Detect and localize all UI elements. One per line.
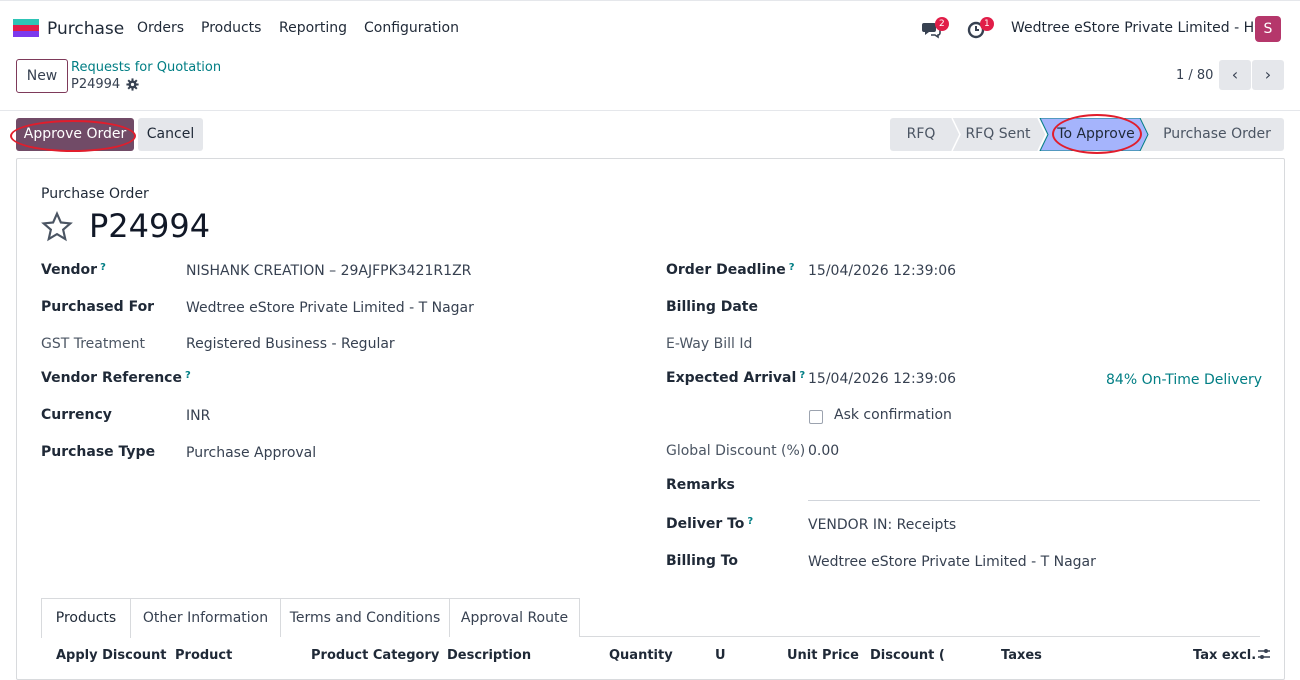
tab-approval-route[interactable]: Approval Route bbox=[449, 598, 580, 637]
tab-other-information[interactable]: Other Information bbox=[130, 598, 281, 637]
chevron-right-icon: › bbox=[1264, 65, 1272, 84]
menu-reporting[interactable]: Reporting bbox=[279, 20, 347, 36]
purchased-for-field[interactable]: Wedtree eStore Private Limited - T Nagar bbox=[186, 300, 474, 316]
app-name[interactable]: Purchase bbox=[47, 19, 124, 39]
pager-value[interactable]: 1 / 80 bbox=[1176, 68, 1213, 83]
vendor-label: Vendor? bbox=[41, 262, 106, 278]
tab-products[interactable]: Products bbox=[41, 598, 131, 638]
on-time-delivery-link[interactable]: 84% On-Time Delivery bbox=[1106, 372, 1262, 388]
stage-rfq[interactable]: RFQ bbox=[890, 118, 952, 151]
star-icon[interactable] bbox=[41, 211, 73, 243]
global-discount-label: Global Discount (%) bbox=[666, 443, 806, 459]
pager-previous-button[interactable]: ‹ bbox=[1219, 60, 1251, 90]
company-switcher[interactable]: Wedtree eStore Private Limited - HO bbox=[1011, 20, 1265, 36]
expected-arrival-label: Expected Arrival? bbox=[666, 370, 806, 386]
new-button[interactable]: New bbox=[16, 59, 68, 93]
cancel-button[interactable]: Cancel bbox=[138, 118, 203, 151]
billing-to-field[interactable]: Wedtree eStore Private Limited - T Nagar bbox=[808, 554, 1096, 570]
purchase-app-icon[interactable] bbox=[13, 19, 39, 37]
remarks-field[interactable] bbox=[808, 500, 1260, 501]
gear-icon[interactable] bbox=[126, 78, 139, 91]
ask-confirmation-checkbox[interactable] bbox=[809, 410, 823, 424]
purchase-type-field[interactable]: Purchase Approval bbox=[186, 445, 316, 461]
control-panel: New Requests for Quotation P24994 1 / 80… bbox=[0, 56, 1300, 111]
ask-confirmation-label: Ask confirmation bbox=[834, 407, 952, 423]
billing-to-label: Billing To bbox=[666, 553, 739, 569]
record-name: P24994 bbox=[89, 207, 211, 245]
top-navbar: Purchase Orders Products Reporting Confi… bbox=[0, 0, 1300, 57]
tab-terms-and-conditions[interactable]: Terms and Conditions bbox=[280, 598, 450, 637]
deliver-to-field[interactable]: VENDOR IN: Receipts bbox=[808, 517, 956, 533]
menu-orders[interactable]: Orders bbox=[137, 20, 184, 36]
pager-next-button[interactable]: › bbox=[1252, 60, 1284, 90]
optional-columns-icon[interactable] bbox=[1257, 648, 1271, 660]
purchased-for-label: Purchased For bbox=[41, 299, 155, 315]
chevron-left-icon: ‹ bbox=[1231, 65, 1239, 84]
breadcrumb-current: P24994 bbox=[71, 77, 121, 92]
currency-field[interactable]: INR bbox=[186, 408, 210, 424]
breadcrumb-parent[interactable]: Requests for Quotation bbox=[71, 60, 221, 75]
global-discount-field[interactable]: 0.00 bbox=[808, 443, 839, 459]
form-title-label: Purchase Order bbox=[41, 186, 149, 202]
expected-arrival-field[interactable]: 15/04/2026 12:39:06 bbox=[808, 371, 956, 387]
messages-badge: 2 bbox=[935, 17, 949, 31]
status-bar: Approve Order Cancel RFQ RFQ Sent To App… bbox=[0, 110, 1300, 158]
menu-configuration[interactable]: Configuration bbox=[364, 20, 459, 36]
vendor-field[interactable]: NISHANK CREATION – 29AJFPK3421R1ZR bbox=[186, 263, 471, 279]
order-deadline-label: Order Deadline? bbox=[666, 262, 795, 278]
deliver-to-label: Deliver To? bbox=[666, 516, 754, 532]
gst-treatment-field[interactable]: Registered Business - Regular bbox=[186, 336, 395, 352]
eway-bill-label: E-Way Bill Id bbox=[666, 336, 753, 352]
user-avatar[interactable]: S bbox=[1255, 16, 1281, 42]
currency-label: Currency bbox=[41, 407, 112, 423]
activities-badge: 1 bbox=[980, 17, 994, 31]
stage-rfq-sent[interactable]: RFQ Sent bbox=[958, 118, 1038, 151]
order-deadline-field[interactable]: 15/04/2026 12:39:06 bbox=[808, 263, 956, 279]
stage-statusbar: RFQ RFQ Sent To Approve Purchase Order bbox=[890, 114, 1284, 154]
menu-products[interactable]: Products bbox=[201, 20, 261, 36]
stage-purchase-order[interactable]: Purchase Order bbox=[1152, 118, 1282, 151]
annotation-circle-approve bbox=[10, 120, 136, 152]
remarks-label: Remarks bbox=[666, 477, 735, 493]
form-sheet: Purchase Order P24994 Vendor? NISHANK CR… bbox=[16, 158, 1285, 680]
purchase-type-label: Purchase Type bbox=[41, 444, 156, 460]
billing-date-label: Billing Date bbox=[666, 299, 758, 315]
vendor-reference-label: Vendor Reference? bbox=[41, 370, 191, 386]
annotation-circle-to-approve bbox=[1052, 114, 1142, 154]
gst-treatment-label: GST Treatment bbox=[41, 336, 145, 352]
